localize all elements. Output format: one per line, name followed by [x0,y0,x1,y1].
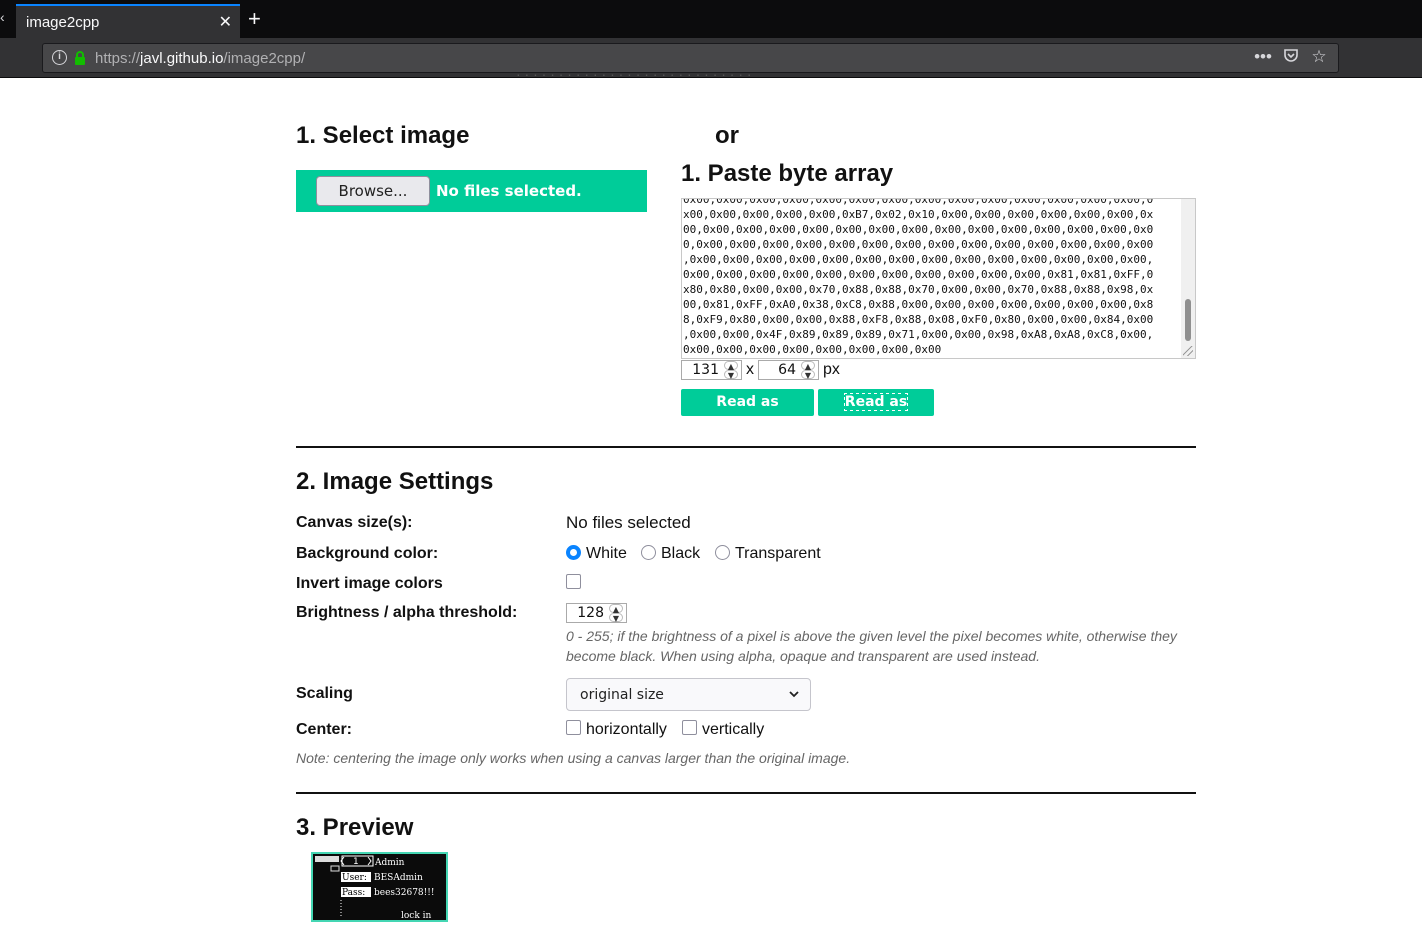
section-divider [296,446,1196,448]
byte-array-line: 0x00,0x00,0x00,0x00,0x00,0x00,0x00,0x00 [683,343,942,356]
read-vertical-button[interactable]: Read as vertical [818,389,934,438]
file-upload: Browse... No files selected. [296,170,647,212]
center-horizontal-checkbox[interactable] [566,720,581,735]
canvas-size-value: No files selected [566,513,691,532]
scaling-select[interactable]: original size [566,678,811,711]
bg-white-label[interactable]: White [586,545,627,563]
upload-status: No files selected. [436,182,582,200]
bg-white-radio[interactable] [566,545,581,560]
scroll-thumb[interactable] [1185,299,1191,341]
section-divider [296,792,1196,794]
tab-title: image2cpp [26,14,100,31]
byte-array-textarea[interactable]: 0x00,0x00,0x00,0x00,0x00,0x00,0x00,0x00,… [681,198,1196,359]
preview-user-label: User: [342,873,367,883]
tab-strip: ‹ image2cpp ✕ + [0,0,1422,38]
background-color-label: Background color: [296,545,439,562]
browse-button[interactable]: Browse... [316,176,430,206]
center-vertical-checkbox[interactable] [682,720,697,735]
tab-image2cpp[interactable]: image2cpp ✕ [16,4,240,38]
preview-action: lock in [401,911,432,920]
bg-transparent-label[interactable]: Transparent [735,545,821,563]
scaling-label: Scaling [296,685,353,702]
threshold-label: Brightness / alpha threshold: [296,604,518,621]
invert-colors-label: Invert image colors [296,575,443,592]
dimension-unit: px [823,361,840,378]
byte-array-line: x00,0x00,0x00,0x00,0x00,0xB7,0x02,0x10,0… [683,208,1154,221]
center-label: Center: [296,721,353,738]
byte-array-line: 0x00,0x00,0x00,0x00,0x00,0x00,0x00,0x00,… [683,198,1154,206]
bg-black-radio[interactable] [641,545,656,560]
byte-array-line: 00,0x81,0xFF,0xA0,0x38,0xC8,0x88,0x00,0x… [683,298,1154,311]
threshold-help: 0 - 255; if the brightness of a pixel is… [566,628,1177,664]
read-horizontal-button[interactable]: Read as horizontal [681,389,814,437]
preview-pass-label: Pass: [342,888,365,898]
lock-icon [75,51,85,65]
preview-pass-value: bees32678!!! [374,888,435,898]
select-image-heading: 1. Select image [296,122,470,149]
or-heading: or [715,122,739,149]
byte-array-line: ,0x00,0x00,0x00,0x00,0x00,0x00,0x00,0x00… [683,253,1154,266]
preview-heading: 3. Preview [296,814,414,841]
bg-transparent-radio[interactable] [715,545,730,560]
close-tab-icon[interactable]: ✕ [219,12,232,32]
width-input[interactable]: 131 ▲ ▼ [681,360,742,380]
more-actions-icon[interactable]: ••• [1254,47,1272,68]
bg-black-label[interactable]: Black [661,545,700,563]
image-settings-heading: 2. Image Settings [296,468,494,495]
bookmark-star-icon[interactable]: ☆ [1310,47,1328,68]
canvas-size-label: Canvas size(s): [296,514,413,531]
paste-byte-array-heading: 1. Paste byte array [681,160,894,187]
url-text[interactable]: https://javl.github.io/image2cpp/ [95,50,305,67]
textarea-scrollbar[interactable] [1181,199,1195,358]
center-note: Note: centering the image only works whe… [296,750,851,766]
center-horizontal-label[interactable]: horizontally [586,721,667,739]
invert-colors-checkbox[interactable] [566,574,581,589]
page-actions: ••• ☆ [1254,47,1328,68]
scroll-tabs-left-icon[interactable]: ‹ [0,9,10,25]
byte-array-line: 0x00,0x00,0x00,0x00,0x00,0x00,0x00,0x00,… [683,268,1154,281]
byte-array-line: 8,0xF9,0x80,0x00,0x00,0x88,0xF8,0x88,0x0… [683,313,1154,326]
width-stepper[interactable]: ▲ ▼ [724,361,738,380]
pocket-icon[interactable] [1282,47,1300,68]
preview-user-value: BESAdmin [374,873,423,883]
height-stepper[interactable]: ▲ ▼ [801,361,815,380]
info-icon[interactable]: i [52,50,67,65]
height-input[interactable]: 64 ▲ ▼ [758,360,819,380]
byte-array-line: 0,0x00,0x00,0x00,0x00,0x00,0x00,0x00,0x0… [683,238,1154,251]
byte-array-line: 00,0x00,0x00,0x00,0x00,0x00,0x00,0x00,0x… [683,223,1154,236]
center-vertical-label[interactable]: vertically [702,721,764,739]
byte-array-text: 0x00,0x00,0x00,0x00,0x00,0x00,0x00,0x00,… [683,198,1181,357]
dimension-separator: x [746,361,754,378]
preview-canvas: 1 Admin User: BESAdmin Pass: bees32678!!… [311,852,448,922]
resize-grip-icon[interactable] [1183,346,1193,356]
threshold-stepper[interactable]: ▲ ▼ [609,604,623,623]
threshold-input[interactable]: 128 ▲ ▼ [566,603,627,623]
chevron-down-icon [789,691,799,698]
byte-array-line: x80,0x80,0x00,0x00,0x70,0x88,0x88,0x70,0… [683,283,1154,296]
byte-array-line: ,0x00,0x00,0x4F,0x89,0x89,0x89,0x71,0x00… [683,328,1154,341]
preview-title: Admin [374,858,405,868]
clipped-intro-text: · · · · · · · · · · · · · · · · · · · · … [516,66,752,79]
preview-image: 1 Admin User: BESAdmin Pass: bees32678!!… [315,855,435,920]
new-tab-icon[interactable]: + [248,6,261,32]
